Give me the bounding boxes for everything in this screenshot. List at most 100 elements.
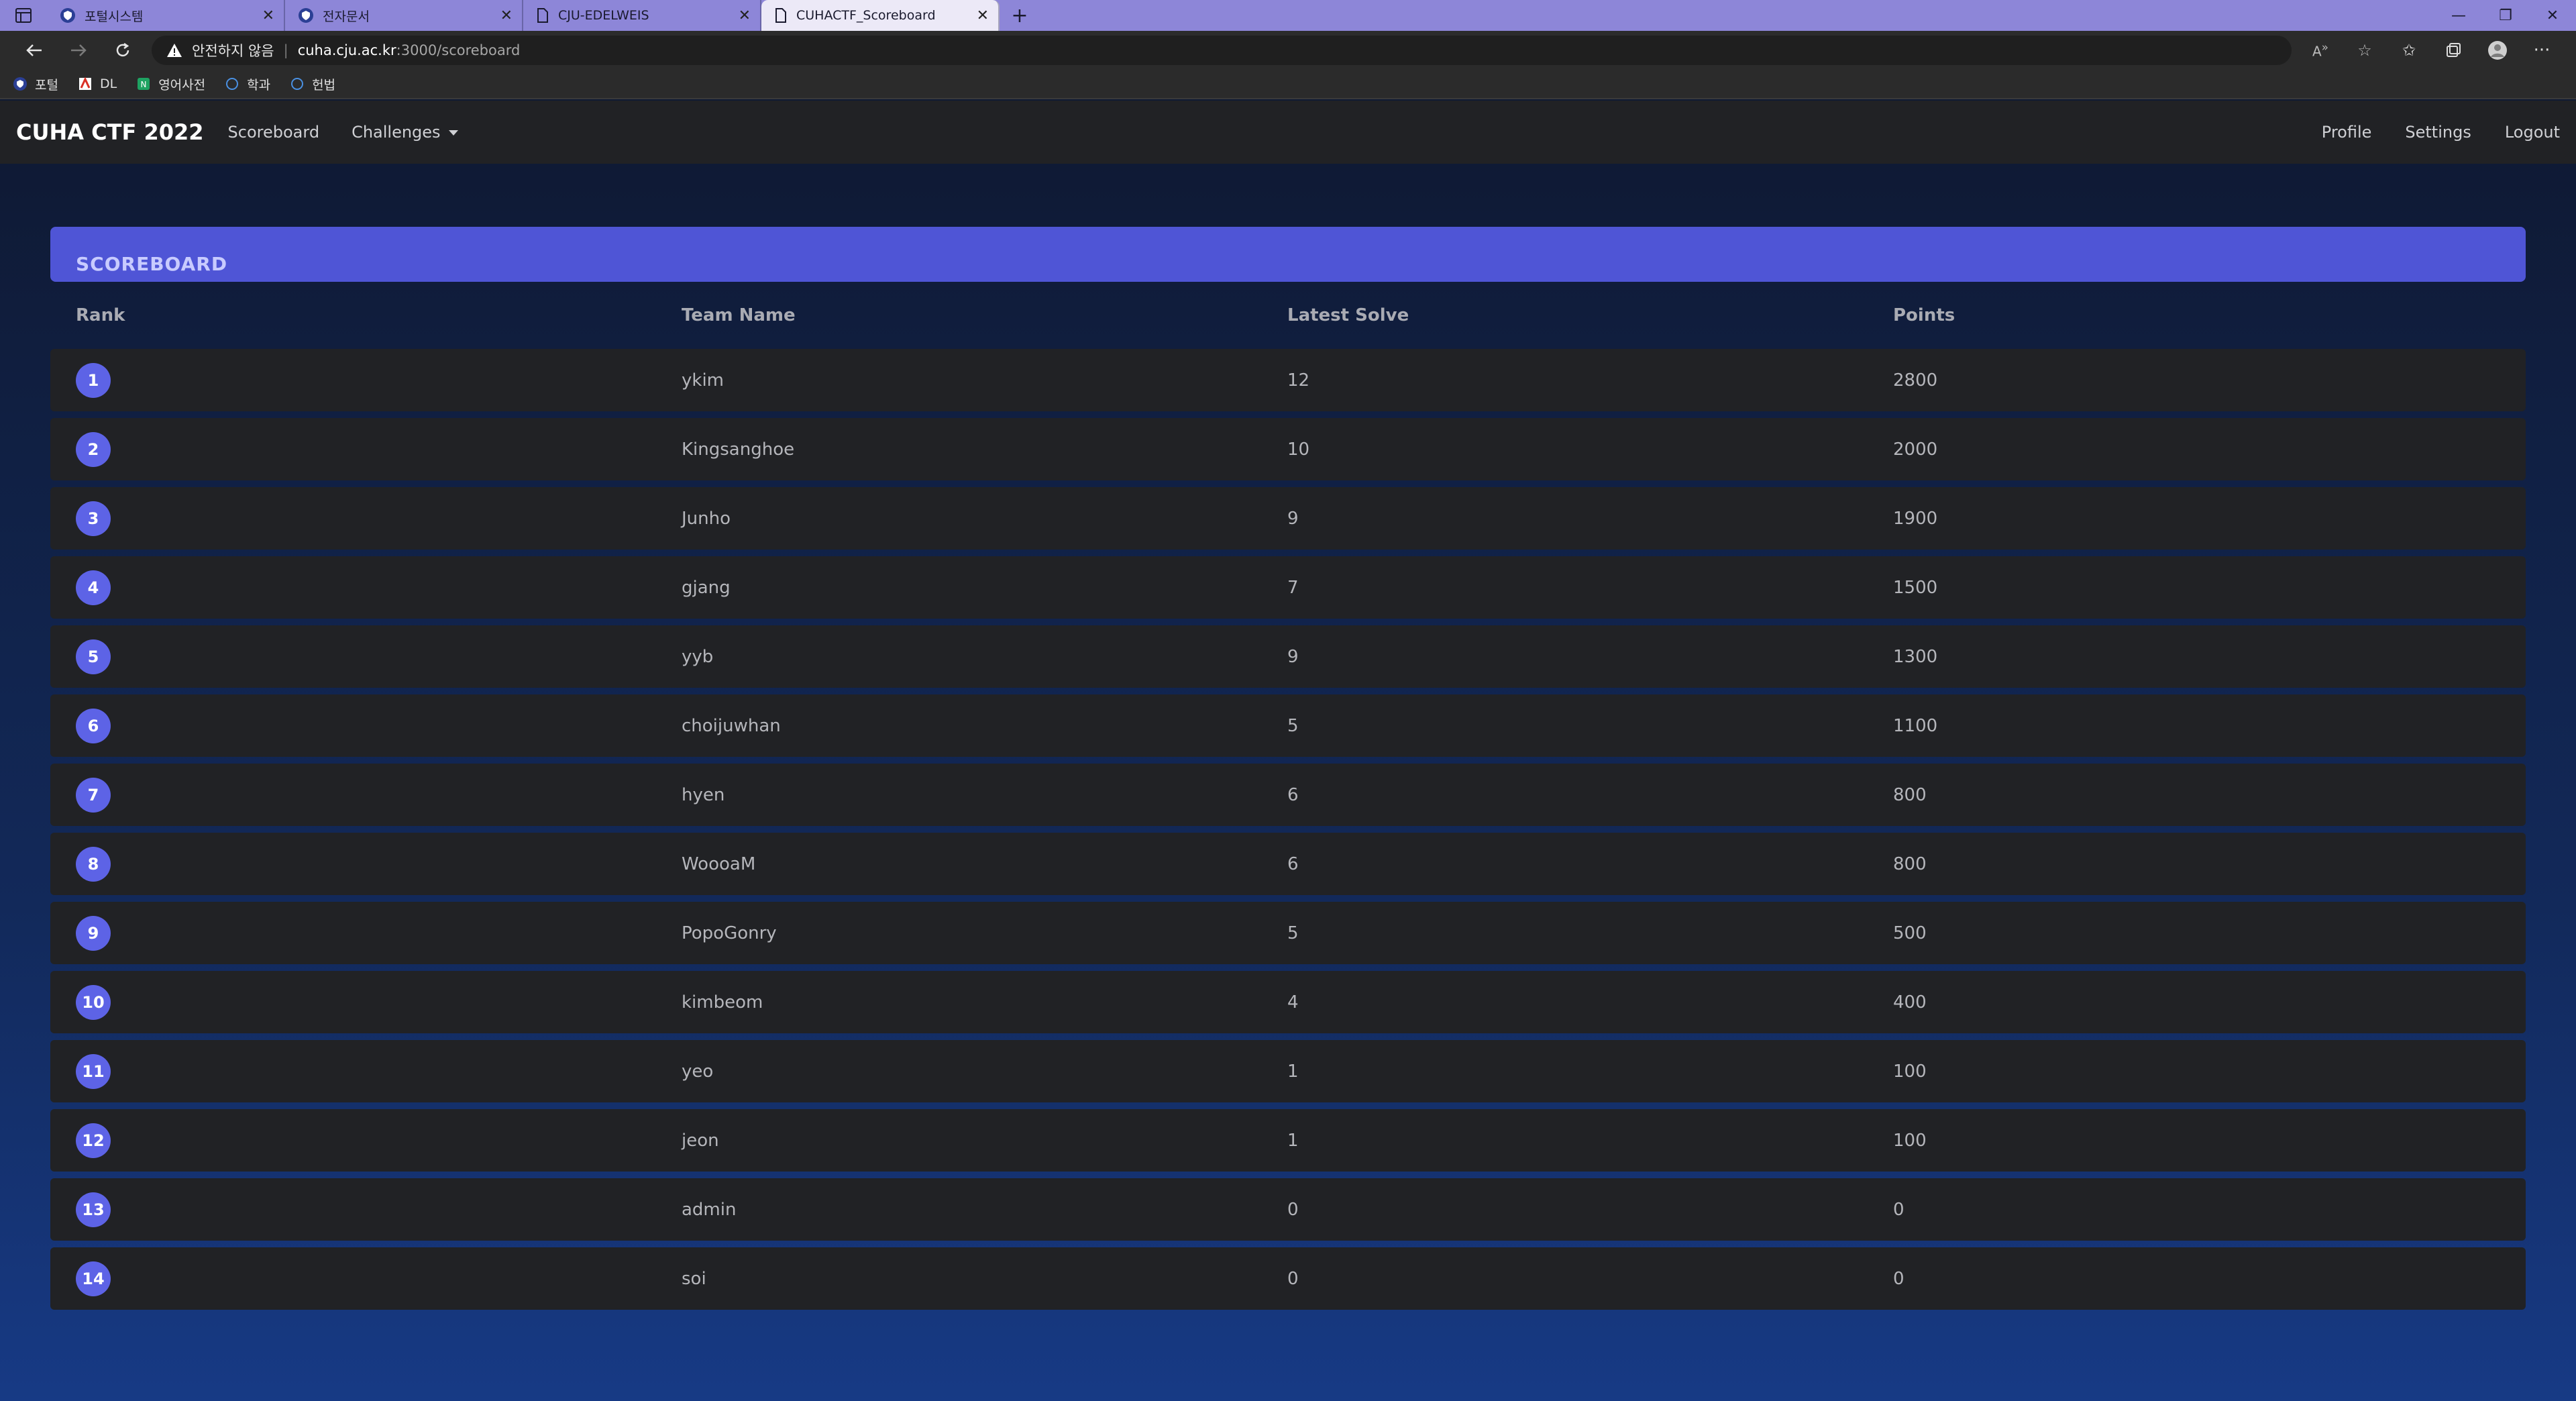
restore-icon[interactable]: ❐ bbox=[2482, 0, 2529, 31]
reload-icon bbox=[116, 42, 129, 57]
bookmark-dictionary[interactable]: N 영어사전 bbox=[137, 75, 205, 93]
globe-icon bbox=[291, 78, 304, 90]
shield-icon bbox=[13, 77, 27, 91]
add-favorite-icon[interactable]: ☆ bbox=[2343, 40, 2387, 60]
table-row: 5 yyb 9 1300 bbox=[50, 625, 2526, 688]
rank-badge: 10 bbox=[76, 984, 111, 1020]
browser-tab-strip: 포털시스템 ✕ 전자문서 ✕ CJU-EDELWEIS ✕ CUHACTF_Sc… bbox=[0, 0, 2576, 31]
rank-badge: 2 bbox=[76, 431, 111, 467]
team-name[interactable]: jeon bbox=[682, 1131, 1287, 1151]
team-name[interactable]: WoooaM bbox=[682, 854, 1287, 874]
nav-profile-link[interactable]: Profile bbox=[2322, 123, 2372, 142]
tab-title: CJU-EDELWEIS bbox=[558, 8, 649, 23]
nav-settings-link[interactable]: Settings bbox=[2405, 123, 2471, 142]
close-icon[interactable]: ✕ bbox=[739, 7, 751, 24]
bookmark-department[interactable]: 학과 bbox=[225, 75, 270, 93]
table-row: 10 kimbeom 4 400 bbox=[50, 971, 2526, 1033]
rank-cell: 10 bbox=[76, 984, 682, 1020]
tab-title: CUHACTF_Scoreboard bbox=[796, 8, 936, 23]
team-name[interactable]: admin bbox=[682, 1200, 1287, 1220]
collections-icon[interactable] bbox=[2431, 40, 2475, 60]
nav-challenges-dropdown[interactable]: Challenges bbox=[352, 123, 458, 142]
team-name[interactable]: Kingsanghoe bbox=[682, 439, 1287, 460]
latest-solve: 12 bbox=[1287, 370, 1310, 391]
rank-cell: 1 bbox=[76, 362, 682, 398]
points: 800 bbox=[1893, 784, 1927, 805]
close-icon[interactable]: ✕ bbox=[500, 7, 513, 24]
browser-tab-edelweis[interactable]: CJU-EDELWEIS ✕ bbox=[523, 0, 761, 31]
tab-title: 전자문서 bbox=[323, 9, 370, 24]
bookmark-label: DL bbox=[99, 76, 117, 91]
scoreboard-rows: 1 ykim 12 2800 2 Kingsanghoe 10 2000 3 J… bbox=[50, 349, 2526, 1310]
table-row: 8 WoooaM 6 800 bbox=[50, 833, 2526, 895]
team-name[interactable]: ykim bbox=[682, 370, 1287, 391]
favorites-icon[interactable]: ✩ bbox=[2387, 40, 2431, 60]
browser-tab-documents[interactable]: 전자문서 ✕ bbox=[285, 0, 523, 31]
rank-badge: 13 bbox=[76, 1192, 111, 1227]
bookmark-constitution[interactable]: 헌법 bbox=[290, 75, 335, 93]
latest-solve: 6 bbox=[1287, 853, 1299, 874]
rank-cell: 8 bbox=[76, 846, 682, 882]
latest-solve: 9 bbox=[1287, 646, 1299, 667]
points: 400 bbox=[1893, 992, 1927, 1013]
document-icon bbox=[537, 8, 548, 23]
close-icon[interactable]: ✕ bbox=[262, 7, 274, 24]
new-tab-button[interactable]: + bbox=[1000, 0, 1040, 31]
more-options-icon[interactable]: ··· bbox=[2520, 40, 2564, 60]
nav-right-group: Profile Settings Logout bbox=[2322, 123, 2560, 142]
url-host: cuha.cju.ac.kr bbox=[297, 42, 396, 58]
close-icon[interactable]: ✕ bbox=[977, 7, 989, 24]
window-controls: — ❐ ✕ bbox=[2435, 0, 2576, 31]
team-name[interactable]: yyb bbox=[682, 647, 1287, 667]
nav-logout-link[interactable]: Logout bbox=[2505, 123, 2560, 142]
points: 100 bbox=[1893, 1061, 1927, 1082]
rank-cell: 3 bbox=[76, 501, 682, 536]
rank-badge: 8 bbox=[76, 846, 111, 882]
address-bar: 안전하지 않음 | cuha.cju.ac.kr :3000/scoreboar… bbox=[0, 31, 2576, 70]
profile-avatar-icon[interactable] bbox=[2475, 40, 2520, 60]
forward-button[interactable] bbox=[56, 43, 101, 58]
points: 1300 bbox=[1893, 646, 1938, 667]
bookmark-dl[interactable]: DL bbox=[78, 76, 117, 91]
table-row: 13 admin 0 0 bbox=[50, 1178, 2526, 1241]
close-window-icon[interactable]: ✕ bbox=[2529, 0, 2576, 31]
rank-cell: 6 bbox=[76, 708, 682, 743]
points: 1900 bbox=[1893, 508, 1938, 529]
team-name[interactable]: yeo bbox=[682, 1061, 1287, 1082]
rank-badge: 3 bbox=[76, 501, 111, 536]
team-name[interactable]: PopoGonry bbox=[682, 923, 1287, 943]
rank-badge: 1 bbox=[76, 362, 111, 398]
nav-scoreboard-link[interactable]: Scoreboard bbox=[228, 123, 320, 142]
warning-icon bbox=[167, 44, 182, 57]
latest-solve: 1 bbox=[1287, 1061, 1299, 1082]
team-name[interactable]: hyen bbox=[682, 785, 1287, 805]
points: 500 bbox=[1893, 923, 1927, 943]
team-name[interactable]: choijuwhan bbox=[682, 716, 1287, 736]
points: 0 bbox=[1893, 1199, 1904, 1220]
team-name[interactable]: Junho bbox=[682, 509, 1287, 529]
team-name[interactable]: kimbeom bbox=[682, 992, 1287, 1013]
arrow-left-icon bbox=[26, 44, 42, 56]
browser-tab-scoreboard[interactable]: CUHACTF_Scoreboard ✕ bbox=[761, 0, 1000, 31]
reload-button[interactable] bbox=[101, 42, 145, 58]
table-row: 2 Kingsanghoe 10 2000 bbox=[50, 418, 2526, 480]
url-path: :3000/scoreboard bbox=[396, 42, 521, 58]
table-row: 1 ykim 12 2800 bbox=[50, 349, 2526, 411]
minimize-icon[interactable]: — bbox=[2435, 0, 2482, 31]
back-button[interactable] bbox=[12, 43, 56, 58]
url-bar[interactable]: 안전하지 않음 | cuha.cju.ac.kr :3000/scoreboar… bbox=[152, 36, 2292, 65]
security-label[interactable]: 안전하지 않음 bbox=[192, 40, 274, 60]
points: 2800 bbox=[1893, 370, 1938, 391]
site-brand[interactable]: CUHA CTF 2022 bbox=[16, 119, 204, 145]
scoreboard-header: SCOREBOARD bbox=[50, 227, 2526, 282]
latest-solve: 1 bbox=[1287, 1130, 1299, 1151]
read-aloud-icon[interactable]: A» bbox=[2298, 40, 2343, 60]
rank-badge: 9 bbox=[76, 915, 111, 951]
tab-actions-icon[interactable] bbox=[0, 0, 47, 31]
bookmark-portal[interactable]: 포털 bbox=[13, 75, 58, 93]
team-name[interactable]: gjang bbox=[682, 578, 1287, 598]
nav-challenges-label: Challenges bbox=[352, 123, 441, 142]
team-name[interactable]: soi bbox=[682, 1269, 1287, 1289]
rank-cell: 12 bbox=[76, 1123, 682, 1158]
browser-tab-portal[interactable]: 포털시스템 ✕ bbox=[47, 0, 285, 31]
